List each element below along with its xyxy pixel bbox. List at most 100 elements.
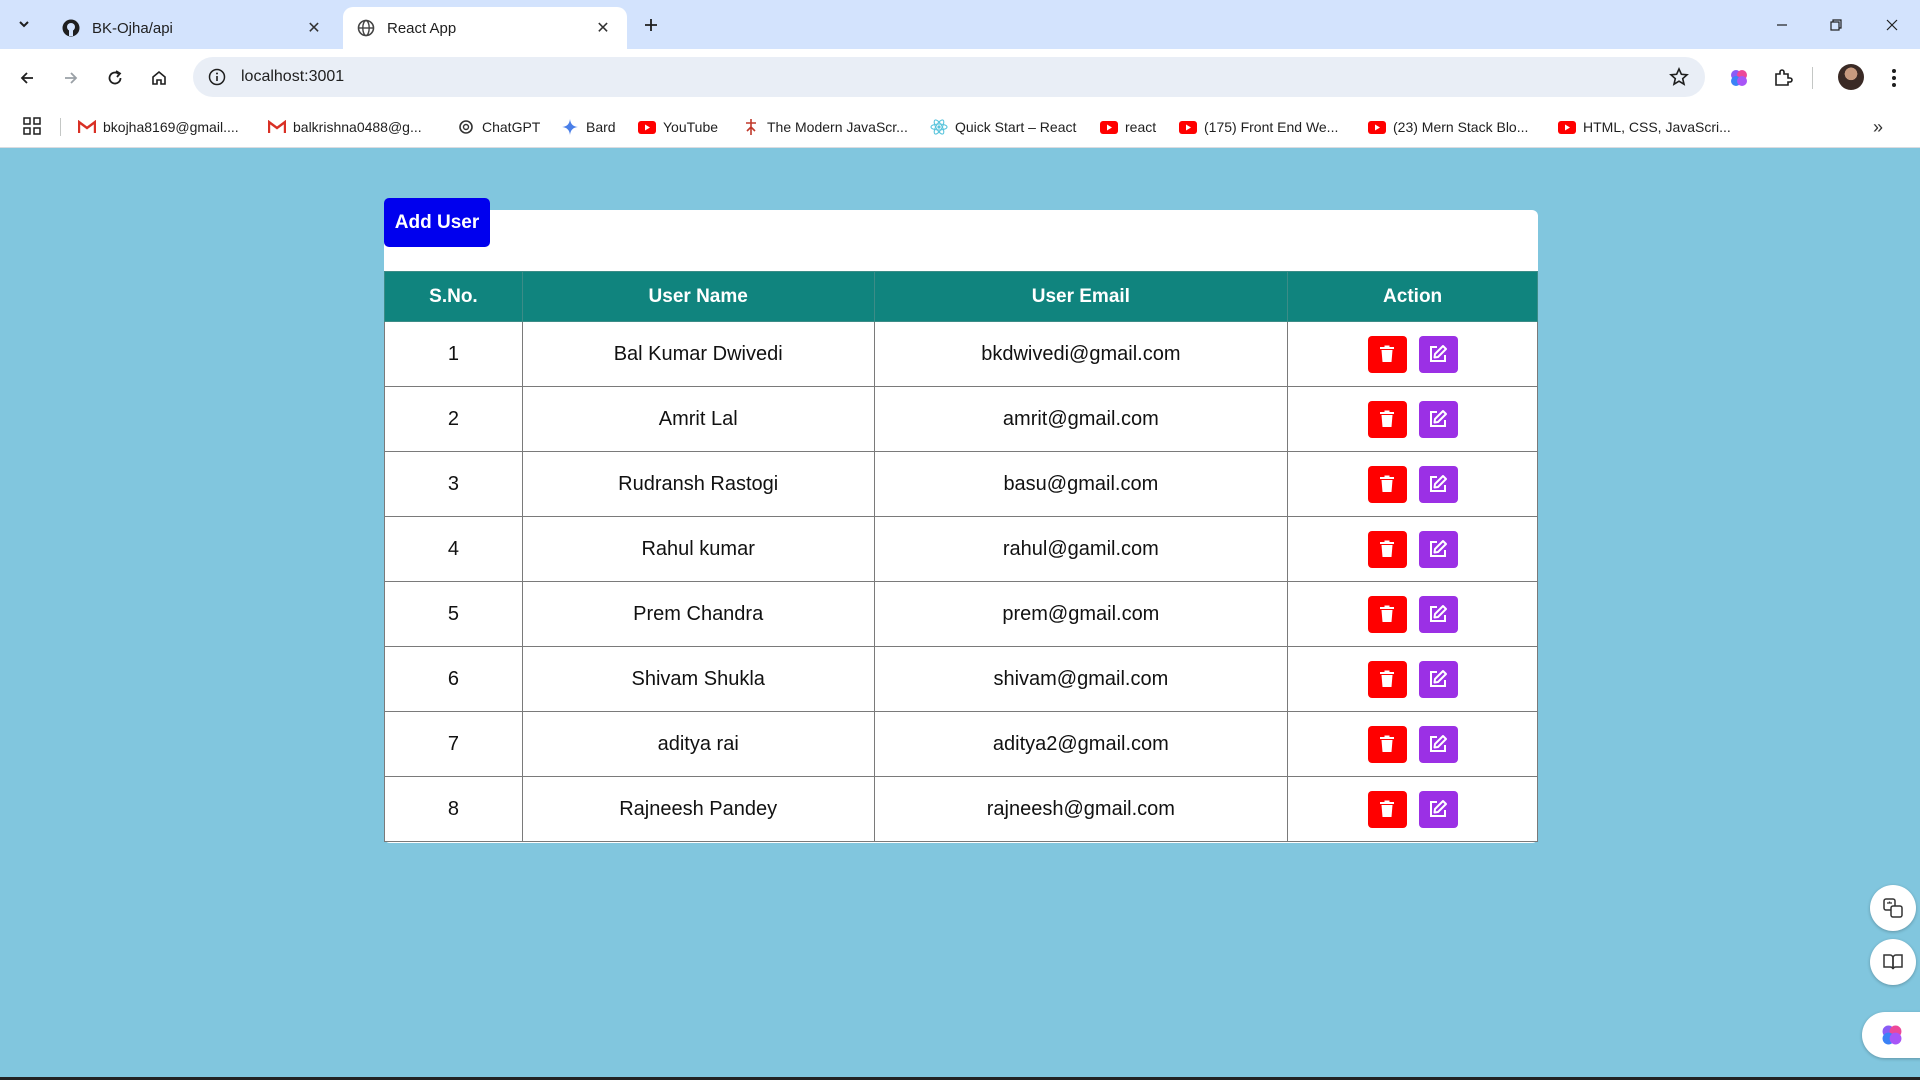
cell-user-email: rahul@gamil.com <box>873 516 1289 582</box>
brain-extension-icon[interactable] <box>1722 61 1756 95</box>
edit-icon <box>1428 669 1448 689</box>
cell-sno: 3 <box>384 451 523 517</box>
restore-button[interactable] <box>1814 8 1858 42</box>
delete-button[interactable] <box>1367 465 1407 503</box>
reload-button[interactable] <box>98 61 132 95</box>
address-bar[interactable]: localhost:3001 <box>193 57 1705 97</box>
menu-button[interactable] <box>1877 61 1911 95</box>
cell-sno: 2 <box>384 386 523 452</box>
edit-button[interactable] <box>1418 725 1458 763</box>
column-header-sno: S.No. <box>384 271 523 322</box>
apps-grid-icon[interactable] <box>22 116 44 138</box>
js-icon <box>742 118 760 136</box>
minimize-button[interactable] <box>1760 8 1804 42</box>
github-icon <box>62 19 80 37</box>
cell-sno: 1 <box>384 321 523 387</box>
bookmark-youtube[interactable]: YouTube <box>638 116 718 138</box>
site-info-icon[interactable] <box>207 67 227 87</box>
cell-sno: 4 <box>384 516 523 582</box>
tab-search-button[interactable] <box>10 10 38 38</box>
cell-user-name: aditya rai <box>521 711 875 777</box>
bookmarks-overflow-button[interactable]: » <box>1866 116 1890 138</box>
row-actions <box>1288 465 1537 503</box>
bookmark-modern-js[interactable]: The Modern JavaScr... <box>742 116 908 138</box>
cell-sno: 6 <box>384 646 523 712</box>
bookmarks-bar: bkojha8169@gmail.... balkrishna0488@g...… <box>0 106 1920 148</box>
arrow-right-icon <box>65 72 78 84</box>
delete-button[interactable] <box>1367 725 1407 763</box>
bookmark-gmail-1[interactable]: bkojha8169@gmail.... <box>78 116 239 138</box>
restore-icon <box>1830 19 1842 31</box>
close-icon[interactable]: ✕ <box>593 18 613 38</box>
bookmark-label: balkrishna0488@g... <box>293 119 422 135</box>
tab-title: React App <box>387 19 457 37</box>
forward-button[interactable] <box>54 61 88 95</box>
home-button[interactable] <box>142 61 176 95</box>
trash-icon <box>1379 735 1395 753</box>
bookmark-label: The Modern JavaScr... <box>767 119 908 135</box>
trash-icon <box>1379 410 1395 428</box>
tab-github[interactable]: BK-Ojha/api ✕ <box>48 7 338 49</box>
cell-user-name: Bal Kumar Dwivedi <box>521 321 875 387</box>
table-row: 4 Rahul kumar rahul@gamil.com <box>384 516 1538 582</box>
row-actions <box>1288 400 1537 438</box>
new-tab-button[interactable] <box>638 12 664 38</box>
edit-button[interactable] <box>1418 400 1458 438</box>
cell-actions <box>1287 581 1538 647</box>
back-button[interactable] <box>10 61 44 95</box>
row-actions <box>1288 595 1537 633</box>
row-actions <box>1288 335 1537 373</box>
cell-user-name: Amrit Lal <box>521 386 875 452</box>
edit-button[interactable] <box>1418 465 1458 503</box>
reading-mode-button[interactable] <box>1870 939 1916 985</box>
edit-icon <box>1428 734 1448 754</box>
address-text[interactable]: localhost:3001 <box>241 68 1663 86</box>
bookmark-gmail-2[interactable]: balkrishna0488@g... <box>268 116 422 138</box>
extensions-icon[interactable] <box>1766 61 1800 95</box>
profile-avatar[interactable] <box>1838 64 1864 90</box>
edit-button[interactable] <box>1418 595 1458 633</box>
translate-button[interactable] <box>1870 885 1916 931</box>
edit-icon <box>1428 474 1448 494</box>
add-user-button[interactable]: Add User <box>384 198 490 247</box>
reload-icon <box>108 70 122 85</box>
globe-icon <box>357 19 375 37</box>
delete-button[interactable] <box>1367 335 1407 373</box>
cell-user-email: aditya2@gmail.com <box>873 711 1289 777</box>
delete-button[interactable] <box>1367 530 1407 568</box>
bookmark-label: HTML, CSS, JavaScri... <box>1583 119 1731 135</box>
close-icon[interactable]: ✕ <box>304 18 324 38</box>
cell-actions <box>1287 646 1538 712</box>
edit-button[interactable] <box>1418 790 1458 828</box>
table-row: 5 Prem Chandra prem@gmail.com <box>384 581 1538 647</box>
cell-user-name: Rudransh Rastogi <box>521 451 875 517</box>
chatgpt-icon <box>457 118 475 136</box>
edit-button[interactable] <box>1418 335 1458 373</box>
bookmark-bard[interactable]: Bard <box>561 116 616 138</box>
brain-assistant-button[interactable] <box>1862 1012 1920 1058</box>
delete-button[interactable] <box>1367 790 1407 828</box>
edit-icon <box>1428 799 1448 819</box>
bookmark-chatgpt[interactable]: ChatGPT <box>457 116 540 138</box>
bookmark-react-quickstart[interactable]: Quick Start – React <box>930 116 1076 138</box>
edit-button[interactable] <box>1418 660 1458 698</box>
table-header-row: S.No. User Name User Email Action <box>384 271 1538 322</box>
tab-react-app[interactable]: React App ✕ <box>343 7 627 49</box>
bookmark-star-icon[interactable] <box>1663 61 1695 93</box>
delete-button[interactable] <box>1367 400 1407 438</box>
window-close-button[interactable] <box>1870 8 1914 42</box>
row-actions <box>1288 725 1537 763</box>
delete-button[interactable] <box>1367 660 1407 698</box>
edit-icon <box>1428 604 1448 624</box>
edit-button[interactable] <box>1418 530 1458 568</box>
cell-sno: 7 <box>384 711 523 777</box>
youtube-icon <box>1368 118 1386 136</box>
cell-sno: 5 <box>384 581 523 647</box>
bookmark-react[interactable]: react <box>1100 116 1156 138</box>
bookmark-html-css-js[interactable]: HTML, CSS, JavaScri... <box>1558 116 1731 138</box>
cell-user-name: Shivam Shukla <box>521 646 875 712</box>
bookmark-mern-stack[interactable]: (23) Mern Stack Blo... <box>1368 116 1528 138</box>
delete-button[interactable] <box>1367 595 1407 633</box>
bookmark-front-end[interactable]: (175) Front End We... <box>1179 116 1338 138</box>
trash-icon <box>1379 345 1395 363</box>
